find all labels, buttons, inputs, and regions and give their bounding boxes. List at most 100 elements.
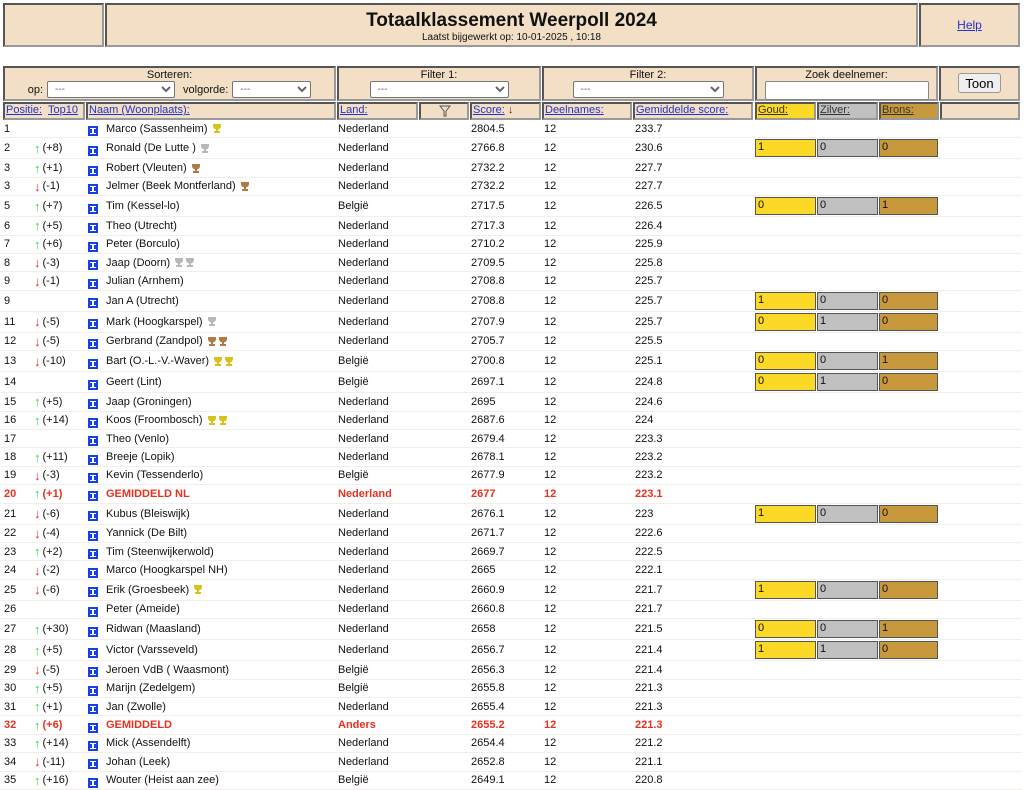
participant-name[interactable]: Theo (Venlo) [106, 430, 172, 447]
profile-icon[interactable] [88, 351, 98, 371]
profile-icon[interactable] [88, 254, 98, 271]
sort-name-link[interactable]: Naam (Woonplaats): [89, 104, 190, 116]
show-button[interactable]: Toon [958, 73, 1001, 93]
profile-icon[interactable] [88, 543, 98, 560]
participant-name[interactable]: Tim (Kessel-lo) [106, 196, 183, 216]
help-link[interactable]: Help [921, 18, 1018, 32]
position: 33 [4, 737, 17, 750]
participant-name[interactable]: GEMIDDELD [106, 716, 175, 733]
sort-top10-link[interactable]: Top10 [48, 104, 78, 116]
participant-name[interactable]: Jeroen VdB ( Waasmont) [106, 661, 232, 678]
profile-icon[interactable] [88, 372, 98, 392]
participant-name[interactable]: Marijn (Zedelgem) [106, 680, 198, 697]
sort-score-link[interactable]: Score: [473, 104, 505, 116]
sort-gold-link[interactable]: Goud: [758, 104, 788, 116]
sort-silver-link[interactable]: Zilver: [820, 104, 850, 116]
sort-on-label: op: [27, 83, 44, 96]
profile-icon[interactable] [88, 485, 98, 502]
sort-country-link[interactable]: Land: [340, 104, 368, 116]
sort-position-link[interactable]: Positie: [6, 104, 42, 116]
profile-icon[interactable] [88, 640, 98, 660]
avg-score: 225.7 [635, 275, 663, 288]
participant-name[interactable]: Jaap (Doorn) [106, 254, 195, 271]
participant-name[interactable]: Bart (O.-L.-V.-Waver) [106, 351, 234, 371]
sort-avg-link[interactable]: Gemiddelde score: [636, 104, 728, 116]
profile-icon[interactable] [88, 159, 98, 176]
profile-icon[interactable] [88, 312, 98, 332]
profile-icon[interactable] [88, 619, 98, 639]
participant-name[interactable]: Mark (Hoogkarspel) [106, 312, 217, 332]
participant-name[interactable]: Mick (Assendelft) [106, 735, 193, 752]
profile-icon[interactable] [88, 680, 98, 697]
country: Nederland [338, 487, 392, 500]
participant-name[interactable]: Erik (Groesbeek) [106, 580, 203, 600]
profile-icon[interactable] [88, 393, 98, 410]
filter2-select[interactable]: --- [572, 81, 724, 98]
participant-name[interactable]: Johan (Leek) [106, 753, 173, 770]
search-input[interactable] [764, 81, 929, 100]
trophy-bronze-icon [191, 163, 200, 173]
profile-icon[interactable] [88, 504, 98, 524]
participant-name[interactable]: Tim (Steenwijkerwold) [106, 543, 217, 560]
participant-name[interactable]: Peter (Borculo) [106, 236, 183, 253]
participant-name[interactable]: Jan A (Utrecht) [106, 291, 182, 311]
profile-icon[interactable] [88, 753, 98, 770]
participant-name[interactable]: Geert (Lint) [106, 372, 165, 392]
filter2-label: Filter 2: [629, 69, 667, 81]
profile-icon[interactable] [88, 138, 98, 158]
profile-icon[interactable] [88, 333, 98, 350]
participant-name[interactable]: Marco (Hoogkarspel NH) [106, 561, 231, 578]
profile-icon[interactable] [88, 120, 98, 137]
order-select[interactable]: --- [232, 81, 312, 98]
participant-name[interactable]: Julian (Arnhem) [106, 272, 187, 289]
col-position: Positie: Top10 [3, 102, 85, 120]
participant-name[interactable]: Ridwan (Maasland) [106, 619, 204, 639]
sort-entries-link[interactable]: Deelnames: [545, 104, 604, 116]
participant-name[interactable]: Kevin (Tessenderlo) [106, 467, 206, 484]
participant-name[interactable]: Breeje (Lopik) [106, 448, 178, 465]
participant-name[interactable]: Marco (Sassenheim) [106, 120, 222, 137]
trophy-silver-icon [186, 258, 195, 268]
participant-name[interactable]: Kubus (Bleiswijk) [106, 504, 193, 524]
profile-icon[interactable] [88, 217, 98, 234]
sort-bronze-link[interactable]: Brons: [882, 104, 914, 116]
profile-icon[interactable] [88, 236, 98, 253]
profile-icon[interactable] [88, 661, 98, 678]
profile-icon[interactable] [88, 580, 98, 600]
profile-icon[interactable] [88, 412, 98, 429]
participant-name[interactable]: Koos (Froombosch) [106, 412, 228, 429]
participant-name[interactable]: Jaap (Groningen) [106, 393, 195, 410]
profile-icon[interactable] [88, 698, 98, 715]
gold-count: 0 [755, 620, 816, 639]
profile-icon[interactable] [88, 772, 98, 789]
participant-name[interactable]: Gerbrand (Zandpol) [106, 333, 228, 350]
profile-icon[interactable] [88, 448, 98, 465]
profile-icon[interactable] [88, 525, 98, 542]
participant-name[interactable]: Jan (Zwolle) [106, 698, 169, 715]
profile-icon[interactable] [88, 178, 98, 195]
participant-name[interactable]: Wouter (Heist aan zee) [106, 772, 222, 789]
profile-icon[interactable] [88, 430, 98, 447]
participant-name[interactable]: Victor (Varsseveld) [106, 640, 201, 660]
participant-name[interactable]: Peter (Ameide) [106, 601, 183, 618]
profile-icon[interactable] [88, 561, 98, 578]
participant-name[interactable]: GEMIDDELD NL [106, 485, 193, 502]
participant-name[interactable]: Theo (Utrecht) [106, 217, 180, 234]
filter1-select[interactable]: --- [369, 81, 509, 98]
participant-name[interactable]: Robert (Vleuten) [106, 159, 201, 176]
profile-icon[interactable] [88, 196, 98, 216]
profile-icon[interactable] [88, 272, 98, 289]
participant-name[interactable]: Jelmer (Beek Montferland) [106, 178, 250, 195]
profile-icon[interactable] [88, 735, 98, 752]
avg-score: 226.4 [635, 219, 663, 232]
sort-desc-icon: ↓ [507, 104, 514, 116]
profile-icon[interactable] [88, 291, 98, 311]
bronze-count: 1 [879, 620, 938, 639]
profile-icon[interactable] [88, 467, 98, 484]
sort-on-select[interactable]: --- [47, 81, 176, 98]
participant-name[interactable]: Yannick (De Bilt) [106, 525, 190, 542]
participant-name[interactable]: Ronald (De Lutte ) [106, 138, 210, 158]
profile-icon[interactable] [88, 716, 98, 733]
filter-icon[interactable] [419, 102, 469, 120]
profile-icon[interactable] [88, 601, 98, 618]
